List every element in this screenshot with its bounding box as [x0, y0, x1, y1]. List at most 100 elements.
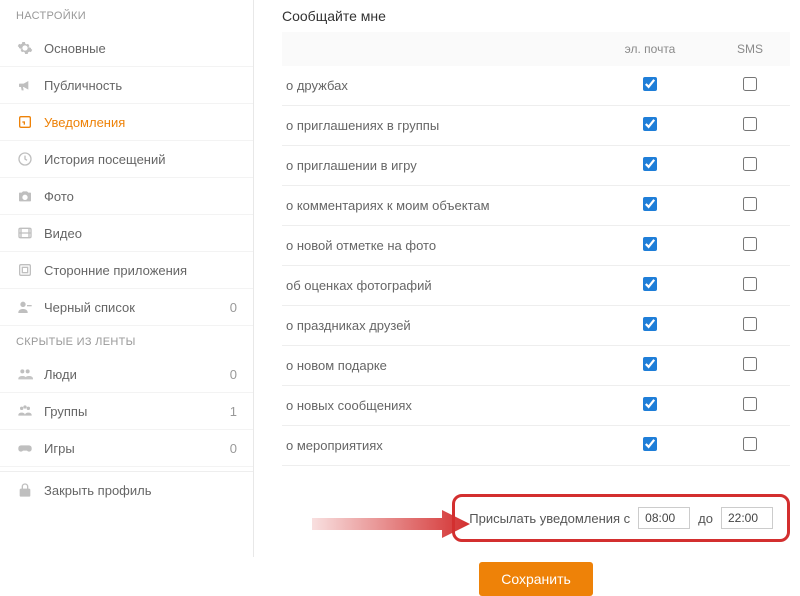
sms-checkbox[interactable]: [743, 77, 757, 91]
sidebar-item-label: Основные: [44, 41, 237, 56]
sidebar-item-count: 0: [230, 300, 237, 315]
cell-sms: [710, 226, 790, 266]
time-range-box: Присылать уведомления с до: [452, 494, 790, 542]
email-checkbox[interactable]: [643, 277, 657, 291]
sidebar-item-count: 0: [230, 441, 237, 456]
cell-email: [590, 106, 710, 146]
cell-sms: [710, 266, 790, 306]
sidebar-item-label: Люди: [44, 367, 228, 382]
groups-icon: [16, 402, 34, 420]
sidebar-item-черный-список[interactable]: Черный список0: [0, 289, 253, 326]
cell-email: [590, 226, 710, 266]
sidebar-item-label: Фото: [44, 189, 237, 204]
sidebar-item-label: Публичность: [44, 78, 237, 93]
sms-checkbox[interactable]: [743, 157, 757, 171]
cell-email: [590, 306, 710, 346]
cell-email: [590, 346, 710, 386]
time-range-callout: Присылать уведомления с до: [282, 494, 790, 542]
callout-arrow: [312, 504, 472, 544]
row-label: о приглашении в игру: [282, 146, 590, 186]
sms-checkbox[interactable]: [743, 237, 757, 251]
table-row: о приглашениях в группы: [282, 106, 790, 146]
history-icon: [16, 150, 34, 168]
sms-checkbox[interactable]: [743, 197, 757, 211]
sidebar-item-сторонние-приложения[interactable]: Сторонние приложения: [0, 252, 253, 289]
sms-checkbox[interactable]: [743, 357, 757, 371]
time-mid-label: до: [698, 511, 713, 526]
time-to-input[interactable]: [721, 507, 773, 529]
cell-sms: [710, 186, 790, 226]
time-from-input[interactable]: [638, 507, 690, 529]
sidebar-item-label: История посещений: [44, 152, 237, 167]
table-row: о дружбах: [282, 66, 790, 106]
email-checkbox[interactable]: [643, 117, 657, 131]
cell-email: [590, 266, 710, 306]
email-checkbox[interactable]: [643, 357, 657, 371]
table-row: об оценках фотографий: [282, 266, 790, 306]
email-checkbox[interactable]: [643, 317, 657, 331]
cell-sms: [710, 146, 790, 186]
col-header-sms: SMS: [710, 32, 790, 66]
sidebar-item-уведомления[interactable]: Уведомления: [0, 104, 253, 141]
lock-icon: [16, 481, 34, 499]
sidebar-section-hidden: СКРЫТЫЕ ИЗ ЛЕНТЫ: [0, 326, 253, 356]
sms-checkbox[interactable]: [743, 277, 757, 291]
sidebar-item-группы[interactable]: Группы1: [0, 393, 253, 430]
sms-checkbox[interactable]: [743, 437, 757, 451]
row-label: о новой отметке на фото: [282, 226, 590, 266]
sidebar-item-lock-profile[interactable]: Закрыть профиль: [0, 471, 253, 508]
row-label: о праздниках друзей: [282, 306, 590, 346]
sidebar-item-видео[interactable]: Видео: [0, 215, 253, 252]
email-checkbox[interactable]: [643, 397, 657, 411]
table-row: о комментариях к моим объектам: [282, 186, 790, 226]
cell-sms: [710, 106, 790, 146]
time-prefix-label: Присылать уведомления с: [469, 511, 630, 526]
sidebar-item-люди[interactable]: Люди0: [0, 356, 253, 393]
gear-icon: [16, 39, 34, 57]
apps-icon: [16, 261, 34, 279]
sidebar-item-публичность[interactable]: Публичность: [0, 67, 253, 104]
email-checkbox[interactable]: [643, 157, 657, 171]
sidebar-section-settings: НАСТРОЙКИ: [0, 0, 253, 30]
sidebar-item-label: Группы: [44, 404, 228, 419]
row-label: о мероприятиях: [282, 426, 590, 466]
notifications-settings: Сообщайте мне эл. почта SMS о дружбахо п…: [254, 0, 800, 557]
row-label: о новых сообщениях: [282, 386, 590, 426]
cell-sms: [710, 386, 790, 426]
table-row: о новом подарке: [282, 346, 790, 386]
table-row: о праздниках друзей: [282, 306, 790, 346]
sms-checkbox[interactable]: [743, 397, 757, 411]
sms-checkbox[interactable]: [743, 117, 757, 131]
sidebar-item-label: Уведомления: [44, 115, 237, 130]
sidebar-item-основные[interactable]: Основные: [0, 30, 253, 67]
col-header-email: эл. почта: [590, 32, 710, 66]
table-row: о новых сообщениях: [282, 386, 790, 426]
email-checkbox[interactable]: [643, 77, 657, 91]
email-checkbox[interactable]: [643, 237, 657, 251]
video-icon: [16, 224, 34, 242]
save-button[interactable]: Сохранить: [479, 562, 593, 596]
row-label: об оценках фотографий: [282, 266, 590, 306]
sidebar-item-label: Черный список: [44, 300, 228, 315]
people-icon: [16, 365, 34, 383]
sidebar-item-фото[interactable]: Фото: [0, 178, 253, 215]
sidebar-item-label: Сторонние приложения: [44, 263, 237, 278]
cell-email: [590, 426, 710, 466]
settings-sidebar: НАСТРОЙКИ Основные Публичность Уведомления…: [0, 0, 254, 557]
email-checkbox[interactable]: [643, 197, 657, 211]
email-checkbox[interactable]: [643, 437, 657, 451]
cell-sms: [710, 306, 790, 346]
cell-sms: [710, 346, 790, 386]
blacklist-icon: [16, 298, 34, 316]
cell-email: [590, 146, 710, 186]
sidebar-item-count: 0: [230, 367, 237, 382]
sidebar-item-игры[interactable]: Игры0: [0, 430, 253, 467]
megaphone-icon: [16, 76, 34, 94]
row-label: о приглашениях в группы: [282, 106, 590, 146]
sidebar-item-история-посещений[interactable]: История посещений: [0, 141, 253, 178]
row-label: о новом подарке: [282, 346, 590, 386]
sidebar-item-label: Видео: [44, 226, 237, 241]
table-row: о новой отметке на фото: [282, 226, 790, 266]
sms-checkbox[interactable]: [743, 317, 757, 331]
camera-icon: [16, 187, 34, 205]
